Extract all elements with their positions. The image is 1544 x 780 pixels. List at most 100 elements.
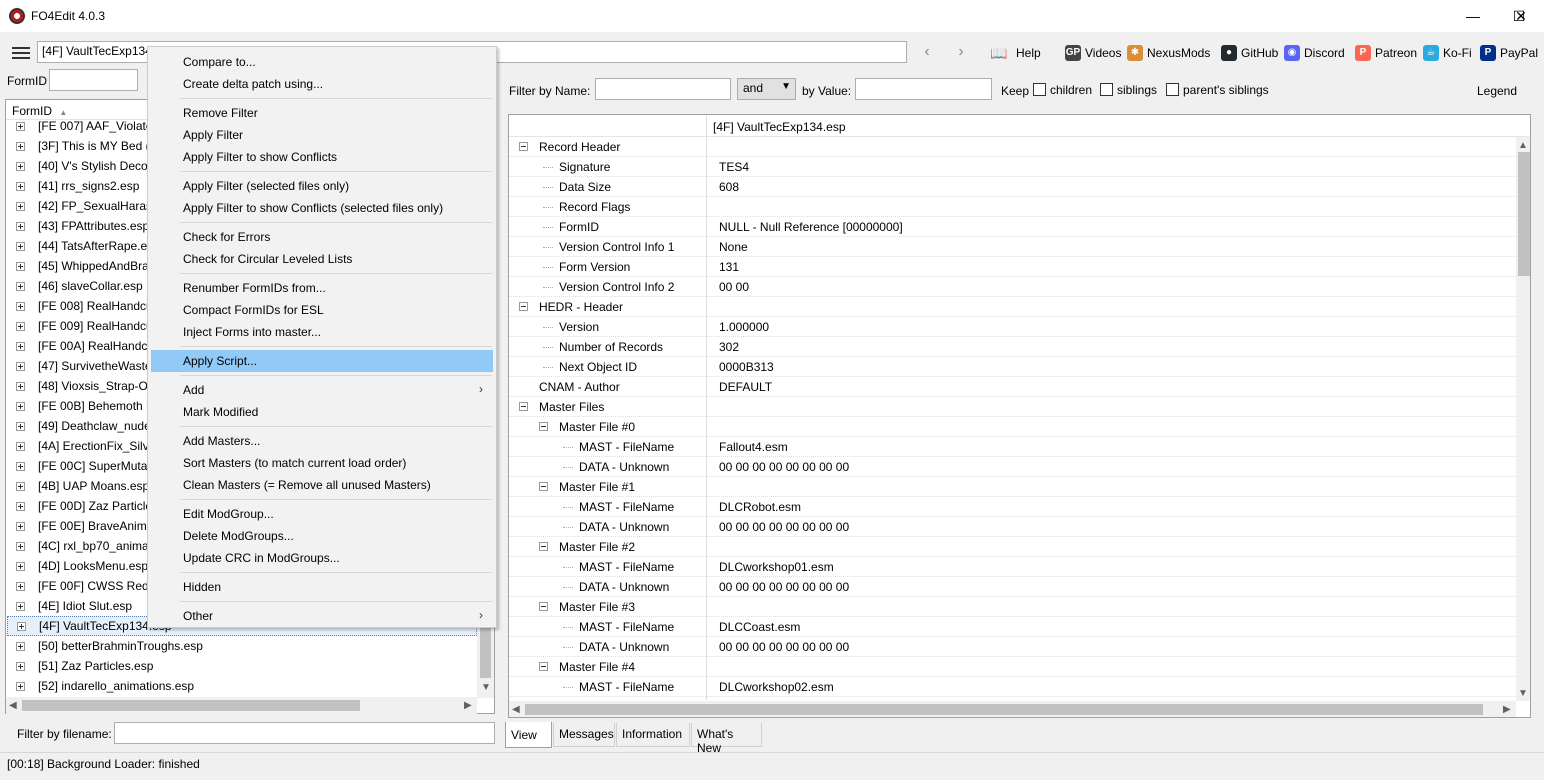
scroll-left-arrow-icon[interactable]: ◀ xyxy=(9,700,17,711)
record-vertical-scroll-thumb[interactable] xyxy=(1518,152,1530,276)
collapse-minus-icon[interactable] xyxy=(539,542,548,551)
by-value-input[interactable] xyxy=(855,78,992,100)
toolbar-link-nexusmods[interactable]: ✱ NexusMods xyxy=(1127,44,1210,62)
record-row[interactable]: Data Size 608 xyxy=(509,177,1516,197)
plugin-list-item[interactable]: [40] V's Stylish Decor xyxy=(16,156,152,176)
record-row[interactable]: Version Control Info 1 None xyxy=(509,237,1516,257)
plugin-list-item[interactable]: [FE 00A] RealHandcu xyxy=(16,336,154,356)
plugin-list-item[interactable]: [FE 00C] SuperMutar xyxy=(16,456,151,476)
record-row[interactable]: Master File #4 xyxy=(509,657,1516,677)
expand-plus-icon[interactable] xyxy=(16,341,25,351)
plugin-list-item[interactable]: [FE 00B] Behemoth N xyxy=(16,396,155,416)
tab-information[interactable]: Information xyxy=(616,723,690,747)
menu-item-mark-modified[interactable]: Mark Modified xyxy=(151,401,493,423)
plugin-list-item[interactable]: [44] TatsAfterRape.es xyxy=(16,236,153,256)
plugin-list-item[interactable]: [43] FPAttributes.esp xyxy=(16,216,149,236)
legend-button[interactable]: Legend xyxy=(1468,78,1526,102)
plugin-list-item[interactable]: [42] FP_SexualHarass xyxy=(16,196,158,216)
plugin-list-item[interactable]: [4B] UAP Moans.esp xyxy=(16,476,149,496)
keep-parents-siblings-checkbox[interactable] xyxy=(1166,83,1179,96)
expand-plus-icon[interactable] xyxy=(16,181,25,191)
record-horizontal-scroll-thumb[interactable] xyxy=(525,704,1483,715)
expand-plus-icon[interactable] xyxy=(16,681,25,691)
expand-plus-icon[interactable] xyxy=(16,381,25,391)
expand-plus-icon[interactable] xyxy=(16,161,25,171)
expand-plus-icon[interactable] xyxy=(16,561,25,571)
expand-plus-icon[interactable] xyxy=(16,141,25,151)
tab-whats-new[interactable]: What's New xyxy=(691,723,762,755)
plugin-list-item[interactable]: [4C] rxl_bp70_animat xyxy=(16,536,152,556)
menu-item-apply-filter-selected-files-only[interactable]: Apply Filter (selected files only) xyxy=(151,175,493,197)
expand-plus-icon[interactable] xyxy=(16,361,25,371)
expand-plus-icon[interactable] xyxy=(16,661,25,671)
expand-plus-icon[interactable] xyxy=(16,641,25,651)
record-row[interactable]: DATA - Unknown 00 00 00 00 00 00 00 00 xyxy=(509,517,1516,537)
record-row[interactable]: MAST - FileName DLCRobot.esm xyxy=(509,497,1516,517)
expand-plus-icon[interactable] xyxy=(16,581,25,591)
record-row[interactable]: Master Files xyxy=(509,397,1516,417)
plugin-list-item[interactable]: [45] WhippedAndBra xyxy=(16,256,149,276)
toolbar-link-discord[interactable]: ◉ Discord xyxy=(1284,44,1345,62)
plugin-list-item[interactable]: [48] Vioxsis_Strap-Or xyxy=(16,376,152,396)
record-row[interactable]: Version 1.000000 xyxy=(509,317,1516,337)
expand-plus-icon[interactable] xyxy=(16,441,25,451)
close-button[interactable]: ✕ xyxy=(1498,0,1544,32)
plugin-list-item[interactable]: [3F] This is MY Bed (E xyxy=(16,136,158,156)
expand-plus-icon[interactable] xyxy=(16,421,25,431)
tree-horizontal-scroll-thumb[interactable] xyxy=(22,700,360,711)
record-row[interactable]: Master File #1 xyxy=(509,477,1516,497)
plugin-list-item[interactable]: [49] Deathclaw_nude xyxy=(16,416,151,436)
toolbar-link-patreon[interactable]: P Patreon xyxy=(1355,44,1417,62)
record-row[interactable]: FormID NULL - Null Reference [00000000] xyxy=(509,217,1516,237)
menu-item-apply-filter-to-show-conflicts[interactable]: Apply Filter to show Conflicts xyxy=(151,146,493,168)
menu-item-compact-formids-for-esl[interactable]: Compact FormIDs for ESL xyxy=(151,299,493,321)
plugin-list-item[interactable]: [FE 00E] BraveAnims_ xyxy=(16,516,159,536)
collapse-minus-icon[interactable] xyxy=(539,482,548,491)
record-row[interactable]: Master File #0 xyxy=(509,417,1516,437)
record-scroll-up-arrow-icon[interactable]: ▲ xyxy=(1518,140,1528,151)
menu-item-apply-filter[interactable]: Apply Filter xyxy=(151,124,493,146)
filter-by-name-input[interactable] xyxy=(595,78,731,100)
record-row[interactable]: Version Control Info 2 00 00 xyxy=(509,277,1516,297)
record-row[interactable]: Master File #3 xyxy=(509,597,1516,617)
plugin-list-item[interactable]: [47] SurvivetheWaste xyxy=(16,356,152,376)
scroll-right-arrow-icon[interactable]: ▶ xyxy=(464,700,472,711)
menu-item-compare-to[interactable]: Compare to... xyxy=(151,51,493,73)
record-row[interactable]: CNAM - Author DEFAULT xyxy=(509,377,1516,397)
expand-plus-icon[interactable] xyxy=(16,201,25,211)
record-row[interactable]: DATA - Unknown 00 00 00 00 00 00 00 00 xyxy=(509,457,1516,477)
plugin-list-item[interactable]: [46] slaveCollar.esp xyxy=(16,276,143,296)
record-row[interactable]: DATA - Unknown 00 00 00 00 00 00 00 00 xyxy=(509,577,1516,597)
tree-vertical-scroll-thumb[interactable] xyxy=(480,620,491,678)
record-row[interactable]: Record Header xyxy=(509,137,1516,157)
tab-messages[interactable]: Messages xyxy=(553,723,615,747)
plugin-list-item[interactable]: [FE 009] RealHandcu xyxy=(16,316,153,336)
filter-operator-select[interactable]: and ▼ xyxy=(737,78,796,100)
record-row[interactable]: Form Version 131 xyxy=(509,257,1516,277)
menu-item-check-for-errors[interactable]: Check for Errors xyxy=(151,226,493,248)
keep-children-checkbox[interactable] xyxy=(1033,83,1046,96)
expand-plus-icon[interactable] xyxy=(17,621,26,631)
collapse-minus-icon[interactable] xyxy=(539,602,548,611)
collapse-minus-icon[interactable] xyxy=(519,142,528,151)
expand-plus-icon[interactable] xyxy=(16,521,25,531)
toolbar-link-help[interactable]: 📖 Help xyxy=(986,44,1040,62)
record-row[interactable]: HEDR - Header xyxy=(509,297,1516,317)
record-scroll-left-arrow-icon[interactable]: ◀ xyxy=(512,704,520,715)
menu-item-edit-modgroup[interactable]: Edit ModGroup... xyxy=(151,503,493,525)
toolbar-link-videos[interactable]: GP Videos xyxy=(1065,44,1121,62)
menu-item-hidden[interactable]: Hidden xyxy=(151,576,493,598)
expand-plus-icon[interactable] xyxy=(16,501,25,511)
record-row[interactable]: DATA - Unknown 00 00 00 00 00 00 00 00 xyxy=(509,637,1516,657)
record-row[interactable]: MAST - FileName DLCworkshop01.esm xyxy=(509,557,1516,577)
expand-plus-icon[interactable] xyxy=(16,281,25,291)
menu-item-add-masters[interactable]: Add Masters... xyxy=(151,430,493,452)
record-row[interactable]: MAST - FileName DLCworkshop02.esm xyxy=(509,677,1516,697)
expand-plus-icon[interactable] xyxy=(16,121,25,131)
record-row[interactable]: Next Object ID 0000B313 xyxy=(509,357,1516,377)
formid-input[interactable] xyxy=(49,69,138,91)
menu-item-remove-filter[interactable]: Remove Filter xyxy=(151,102,493,124)
record-row[interactable]: Record Flags xyxy=(509,197,1516,217)
plugin-list-item[interactable]: [52] indarello_animations.esp xyxy=(16,676,194,696)
expand-plus-icon[interactable] xyxy=(16,221,25,231)
